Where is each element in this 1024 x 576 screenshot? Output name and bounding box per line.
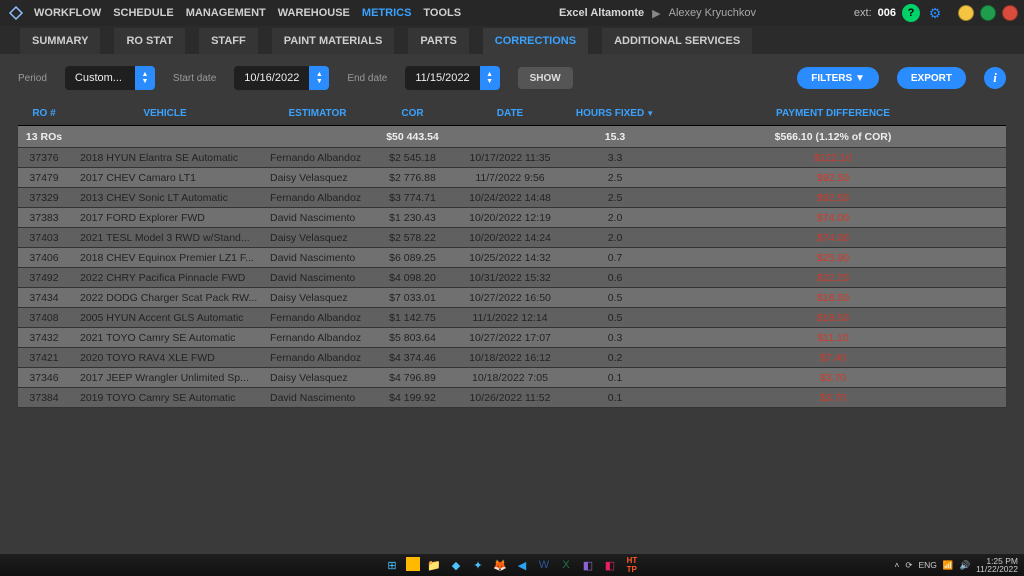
subtab[interactable]: PAINT MATERIALS xyxy=(272,28,395,54)
lang-indicator[interactable]: ENG xyxy=(918,560,936,570)
window-close[interactable] xyxy=(1002,5,1018,21)
help-icon[interactable]: ? xyxy=(902,4,920,22)
table-row[interactable]: 374322021 TOYO Camry SE AutomaticFernand… xyxy=(18,328,1006,348)
ext-number: 006 xyxy=(878,7,896,19)
col-estimator[interactable]: ESTIMATOR xyxy=(260,102,375,126)
subtab[interactable]: SUMMARY xyxy=(20,28,100,54)
taskbar-app[interactable]: HTTP xyxy=(624,557,640,573)
col-cor[interactable]: COR xyxy=(375,102,450,126)
nav-item[interactable]: METRICS xyxy=(362,7,412,19)
chevron-updown-icon[interactable]: ▲▼ xyxy=(480,66,500,90)
app-logo xyxy=(0,4,32,22)
sync-icon[interactable]: ⟳ xyxy=(905,560,912,571)
subtab[interactable]: ADDITIONAL SERVICES xyxy=(602,28,752,54)
clock-date[interactable]: 11/22/2022 xyxy=(976,565,1018,574)
system-tray[interactable]: ˄ ⟳ ENG 📶 🔊 1:25 PM 11/22/2022 xyxy=(894,557,1018,574)
subtab[interactable]: RO STAT xyxy=(114,28,185,54)
sort-desc-icon: ▼ xyxy=(646,109,654,118)
col-ro[interactable]: RO # xyxy=(18,102,70,126)
table-row[interactable]: 374062018 CHEV Equinox Premier LZ1 F...D… xyxy=(18,248,1006,268)
nav-item[interactable]: WAREHOUSE xyxy=(278,7,350,19)
chevron-updown-icon[interactable]: ▲▼ xyxy=(135,66,155,90)
nav-item[interactable]: SCHEDULE xyxy=(113,7,174,19)
table-row[interactable]: 374342022 DODG Charger Scat Pack RW...Da… xyxy=(18,288,1006,308)
filters-button[interactable]: FILTERS ▼ xyxy=(797,67,879,89)
table-row[interactable]: 373462017 JEEP Wrangler Unlimited Sp...D… xyxy=(18,368,1006,388)
taskbar-app[interactable] xyxy=(406,557,420,571)
firefox-icon[interactable]: 🦊 xyxy=(492,557,508,573)
subtab[interactable]: PARTS xyxy=(408,28,468,54)
table-row[interactable]: 373832017 FORD Explorer FWDDavid Nascime… xyxy=(18,208,1006,228)
show-button[interactable]: SHOW xyxy=(518,67,573,89)
shop-name: Excel Altamonte xyxy=(559,7,644,19)
nav-item[interactable]: MANAGEMENT xyxy=(186,7,266,19)
taskbar-app[interactable]: ◧ xyxy=(602,557,618,573)
window-minimize[interactable] xyxy=(958,5,974,21)
window-maximize[interactable] xyxy=(980,5,996,21)
volume-icon[interactable]: 🔊 xyxy=(959,560,970,571)
ext-label: ext: xyxy=(854,7,872,19)
taskbar-app[interactable]: ◆ xyxy=(448,557,464,573)
table-row[interactable]: 374082005 HYUN Accent GLS AutomaticFerna… xyxy=(18,308,1006,328)
start-date-input[interactable]: 10/16/2022 ▲▼ xyxy=(234,66,329,90)
col-payment-diff[interactable]: PAYMENT DIFFERENCE xyxy=(660,102,1006,126)
telegram-icon[interactable]: ◀ xyxy=(514,557,530,573)
subtab[interactable]: STAFF xyxy=(199,28,258,54)
corrections-table: RO # VEHICLE ESTIMATOR COR DATE HOURS FI… xyxy=(18,102,1006,408)
taskbar-app[interactable]: ✦ xyxy=(470,557,486,573)
period-select[interactable]: Custom... ▲▼ xyxy=(65,66,155,90)
taskbar-app[interactable]: ◧ xyxy=(580,557,596,573)
user-name: Alexey Kryuchkov xyxy=(669,7,756,19)
table-row[interactable]: 373842019 TOYO Camry SE AutomaticDavid N… xyxy=(18,388,1006,408)
word-icon[interactable]: W xyxy=(536,557,552,573)
tray-chevron-icon[interactable]: ˄ xyxy=(894,560,899,570)
nav-item[interactable]: WORKFLOW xyxy=(34,7,101,19)
col-hours-fixed[interactable]: HOURS FIXED▼ xyxy=(570,102,660,126)
totals-row: 13 ROs $50 443.54 15.3 $566.10 (1.12% of… xyxy=(18,126,1006,148)
nav-item[interactable]: TOOLS xyxy=(423,7,461,19)
main-nav: WORKFLOW SCHEDULE MANAGEMENT WAREHOUSE METRI… xyxy=(32,7,461,19)
export-button[interactable]: EXPORT xyxy=(897,67,966,89)
subtab[interactable]: CORRECTIONS xyxy=(483,28,588,54)
start-date-label: Start date xyxy=(173,73,216,84)
start-icon[interactable]: ⊞ xyxy=(384,557,400,573)
wifi-icon[interactable]: 📶 xyxy=(943,560,954,571)
table-row[interactable]: 374922022 CHRY Pacifica Pinnacle FWDDavi… xyxy=(18,268,1006,288)
table-row[interactable]: 374032021 TESL Model 3 RWD w/Stand...Dai… xyxy=(18,228,1006,248)
explorer-icon[interactable]: 📁 xyxy=(426,557,442,573)
col-date[interactable]: DATE xyxy=(450,102,570,126)
table-row[interactable]: 374212020 TOYO RAV4 XLE FWDFernando Alba… xyxy=(18,348,1006,368)
info-button[interactable]: i xyxy=(984,67,1006,89)
taskbar[interactable]: ⊞ 📁 ◆ ✦ 🦊 ◀ W X ◧ ◧ HTTP ˄ ⟳ ENG 📶 🔊 1:2… xyxy=(0,554,1024,576)
table-row[interactable]: 374792017 CHEV Camaro LT1Daisy Velasquez… xyxy=(18,168,1006,188)
end-date-label: End date xyxy=(347,73,387,84)
table-row[interactable]: 373292013 CHEV Sonic LT AutomaticFernand… xyxy=(18,188,1006,208)
end-date-input[interactable]: 11/15/2022 ▲▼ xyxy=(405,66,499,90)
sub-tabs: SUMMARY RO STAT STAFF PAINT MATERIALS PARTS C… xyxy=(0,26,1024,54)
col-vehicle[interactable]: VEHICLE xyxy=(70,102,260,126)
chevron-updown-icon[interactable]: ▲▼ xyxy=(309,66,329,90)
play-icon: ▶ xyxy=(652,7,660,20)
period-label: Period xyxy=(18,73,47,84)
excel-icon[interactable]: X xyxy=(558,557,574,573)
table-row[interactable]: 373762018 HYUN Elantra SE AutomaticFerna… xyxy=(18,148,1006,168)
settings-icon[interactable]: ⚙ xyxy=(926,4,944,22)
